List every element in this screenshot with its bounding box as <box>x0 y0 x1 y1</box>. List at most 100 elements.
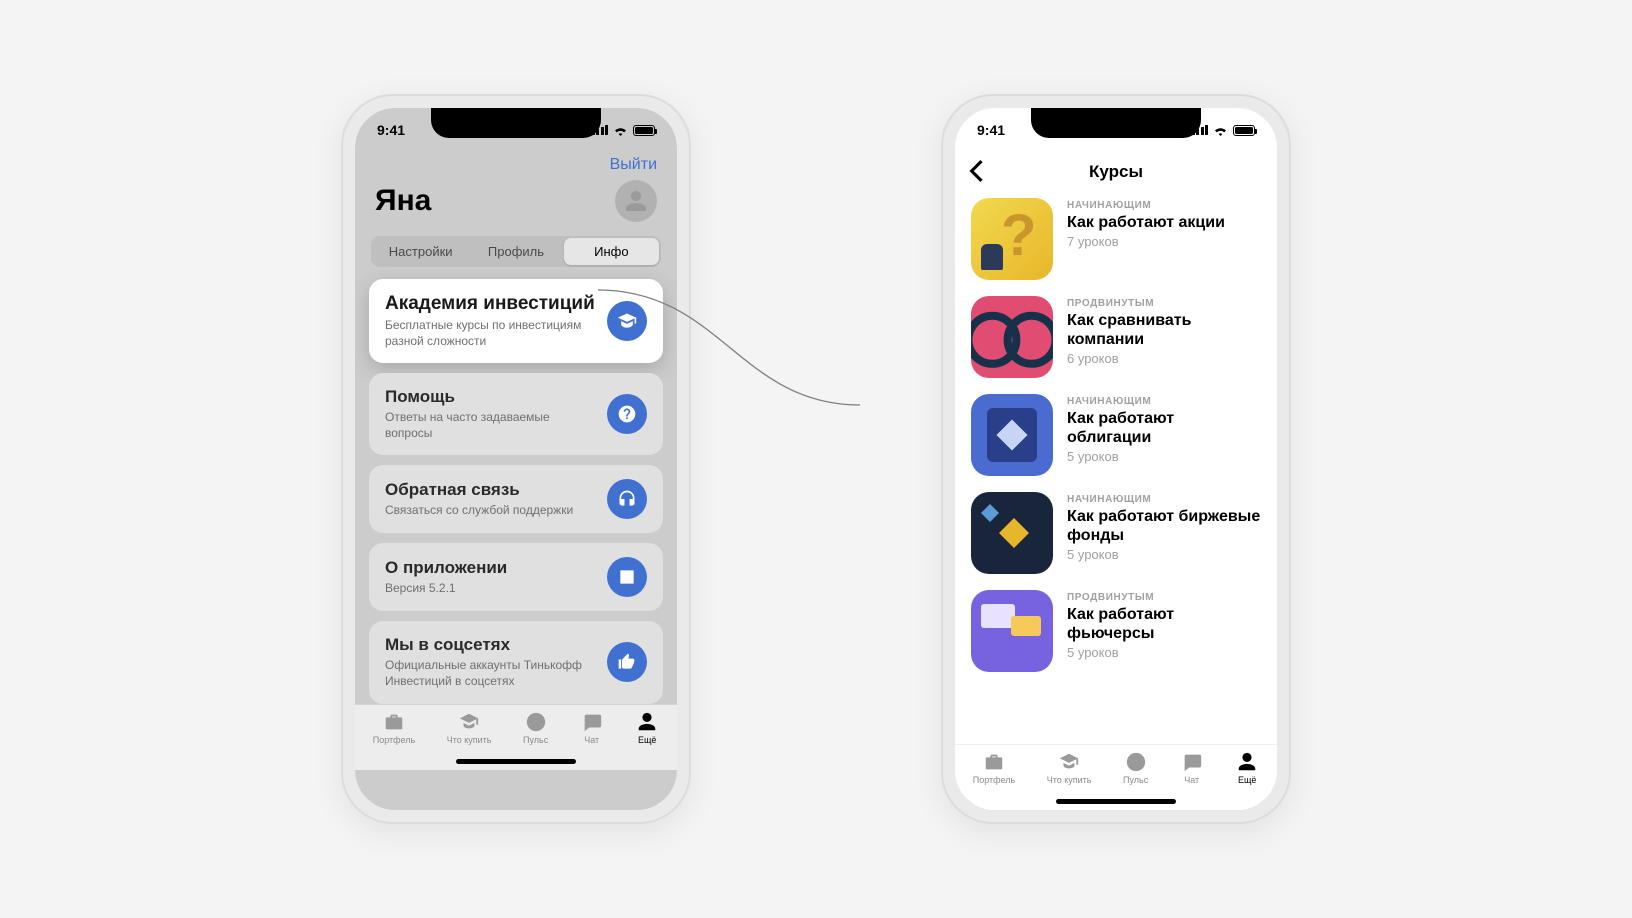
card-feedback-title: Обратная связь <box>385 480 595 500</box>
course-meta: 7 уроков <box>1067 234 1261 249</box>
course-item[interactable]: НАЧИНАЮЩИМ Как работают биржевые фонды 5… <box>971 492 1261 574</box>
pulse-icon <box>1124 751 1148 773</box>
course-title: Как сравнивать компании <box>1067 311 1261 349</box>
briefcase-icon <box>382 711 406 733</box>
headset-icon <box>607 479 647 519</box>
wifi-icon <box>613 125 628 136</box>
course-title: Как работают акции <box>1067 213 1261 232</box>
phone-notch <box>1031 108 1201 138</box>
pulse-icon <box>524 711 548 733</box>
tab-chat-label: Чат <box>1184 775 1199 785</box>
card-about-title: О приложении <box>385 558 595 578</box>
course-tag: НАЧИНАЮЩИМ <box>1067 396 1261 407</box>
course-thumb <box>971 492 1053 574</box>
cap-coin-icon <box>457 711 481 733</box>
tab-more-label: Ещё <box>1238 775 1256 785</box>
course-item[interactable]: НАЧИНАЮЩИМ Как работают акции 7 уроков <box>971 198 1261 280</box>
course-meta: 5 уроков <box>1067 547 1261 562</box>
screen-more: 9:41 Выйти Яна <box>355 108 677 810</box>
tab-pulse-label: Пульс <box>1123 775 1148 785</box>
card-feedback[interactable]: Обратная связь Связаться со службой подд… <box>369 465 663 533</box>
briefcase-icon <box>982 751 1006 773</box>
tab-portfolio[interactable]: Портфель <box>973 751 1015 810</box>
card-academy-sub: Бесплатные курсы по инвестициям разной с… <box>385 318 595 349</box>
segmented-control[interactable]: Настройки Профиль Инфо <box>371 236 661 267</box>
page-title: Курсы <box>1089 162 1143 182</box>
thumbs-up-icon <box>607 642 647 682</box>
tab-chat[interactable]: Чат <box>1180 751 1204 810</box>
card-social-sub: Официальные аккаунты Тинькофф Инвестиций… <box>385 658 595 689</box>
screen-courses: 9:41 Курсы <box>955 108 1277 810</box>
card-help[interactable]: Помощь Ответы на часто задаваемые вопрос… <box>369 373 663 455</box>
tab-portfolio[interactable]: Портфель <box>373 711 415 770</box>
user-icon <box>624 189 648 213</box>
tabbar: Портфель Что купить Пульс Чат <box>355 704 677 770</box>
card-about-sub: Версия 5.2.1 <box>385 581 595 597</box>
course-title: Как работают облигации <box>1067 409 1261 447</box>
logout-link[interactable]: Выйти <box>610 156 657 174</box>
course-title: Как работают биржевые фонды <box>1067 507 1261 545</box>
help-icon <box>607 394 647 434</box>
graduation-icon <box>607 301 647 341</box>
status-icons <box>592 125 656 136</box>
tab-profile[interactable]: Профиль <box>468 238 563 265</box>
tab-pulse-label: Пульс <box>523 735 548 745</box>
course-thumb <box>971 198 1053 280</box>
chevron-left-icon <box>969 160 983 182</box>
tab-more[interactable]: Ещё <box>1235 751 1259 810</box>
battery-icon <box>1233 125 1255 136</box>
status-time: 9:41 <box>377 122 405 138</box>
person-icon <box>1235 751 1259 773</box>
course-list[interactable]: НАЧИНАЮЩИМ Как работают акции 7 уроков П… <box>955 192 1277 744</box>
course-meta: 5 уроков <box>1067 449 1261 464</box>
battery-icon <box>633 125 655 136</box>
course-item[interactable]: ПРОДВИНУТЫМ Как работают фьючерсы 5 урок… <box>971 590 1261 672</box>
tabbar: Портфель Что купить Пульс Чат <box>955 744 1277 810</box>
wifi-icon <box>1213 125 1228 136</box>
tab-portfolio-label: Портфель <box>973 775 1015 785</box>
tab-settings[interactable]: Настройки <box>373 238 468 265</box>
home-indicator <box>1056 799 1176 804</box>
card-about[interactable]: О приложении Версия 5.2.1 <box>369 543 663 611</box>
card-help-sub: Ответы на часто задаваемые вопросы <box>385 410 595 441</box>
avatar[interactable] <box>615 180 657 222</box>
card-academy-title: Академия инвестиций <box>385 293 595 315</box>
tab-buy-label: Что купить <box>447 735 492 745</box>
phone-left: 9:41 Выйти Яна <box>341 94 691 824</box>
tab-portfolio-label: Портфель <box>373 735 415 745</box>
profile-name: Яна <box>375 184 431 218</box>
tab-more[interactable]: Ещё <box>635 711 659 770</box>
phone-right: 9:41 Курсы <box>941 94 1291 824</box>
card-social[interactable]: Мы в соцсетях Официальные аккаунты Тиньк… <box>369 621 663 703</box>
phone-notch <box>431 108 601 138</box>
card-academy[interactable]: Академия инвестиций Бесплатные курсы по … <box>369 279 663 363</box>
stage: 9:41 Выйти Яна <box>0 0 1632 918</box>
status-icons <box>1192 125 1256 136</box>
back-button[interactable] <box>969 160 983 187</box>
course-item[interactable]: ПРОДВИНУТЫМ Как сравнивать компании 6 ур… <box>971 296 1261 378</box>
tab-info[interactable]: Инфо <box>564 238 659 265</box>
info-icon <box>607 557 647 597</box>
course-thumb <box>971 296 1053 378</box>
tab-chat[interactable]: Чат <box>580 711 604 770</box>
card-feedback-sub: Связаться со службой поддержки <box>385 503 595 519</box>
course-item[interactable]: НАЧИНАЮЩИМ Как работают облигации 5 урок… <box>971 394 1261 476</box>
cap-coin-icon <box>1057 751 1081 773</box>
course-meta: 5 уроков <box>1067 645 1261 660</box>
chat-icon <box>580 711 604 733</box>
course-thumb <box>971 394 1053 476</box>
tab-buy-label: Что купить <box>1047 775 1092 785</box>
course-tag: НАЧИНАЮЩИМ <box>1067 494 1261 505</box>
home-indicator <box>456 759 576 764</box>
course-tag: НАЧИНАЮЩИМ <box>1067 200 1261 211</box>
course-tag: ПРОДВИНУТЫМ <box>1067 592 1261 603</box>
chat-icon <box>1180 751 1204 773</box>
course-meta: 6 уроков <box>1067 351 1261 366</box>
tab-chat-label: Чат <box>584 735 599 745</box>
tab-more-label: Ещё <box>638 735 656 745</box>
card-help-title: Помощь <box>385 387 595 407</box>
status-time: 9:41 <box>977 122 1005 138</box>
person-icon <box>635 711 659 733</box>
course-tag: ПРОДВИНУТЫМ <box>1067 298 1261 309</box>
course-thumb <box>971 590 1053 672</box>
